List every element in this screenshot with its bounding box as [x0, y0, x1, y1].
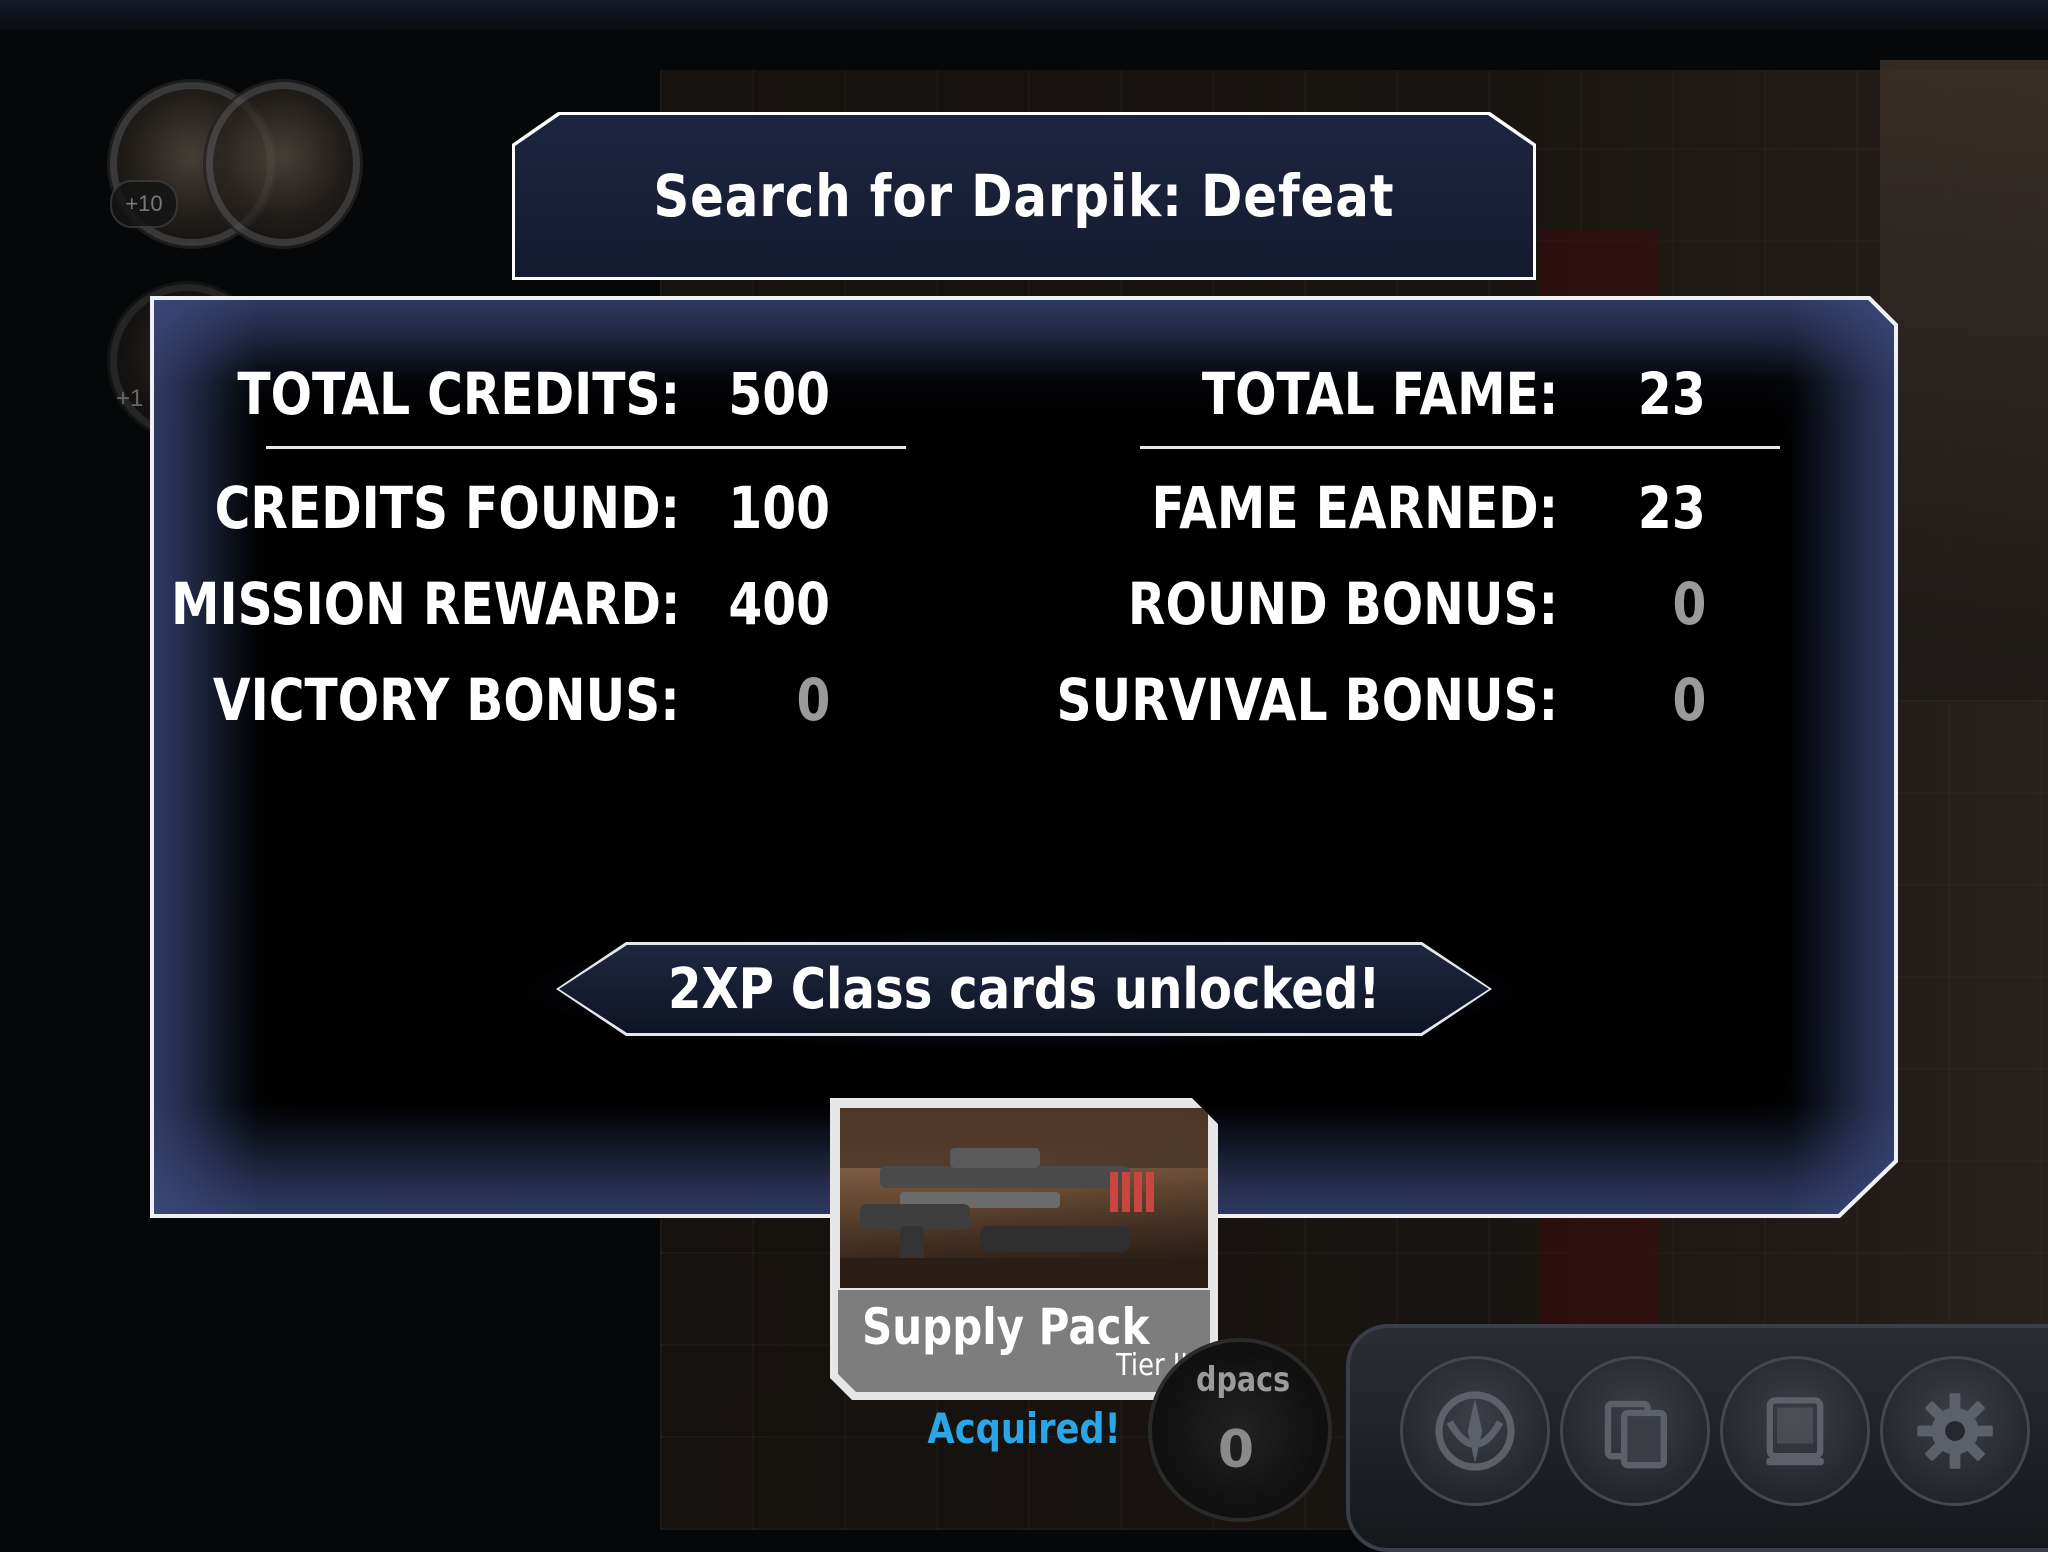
mission-title-banner: Search for Darpik: Defeat: [512, 112, 1536, 280]
blaster-rifle-icon: [840, 1108, 1208, 1288]
survival-bonus-value: 0: [1672, 666, 1706, 734]
top-frame: [0, 0, 2048, 30]
mission-reward-value: 400: [728, 570, 830, 638]
medpacs-label: dpacs: [1196, 1360, 1291, 1400]
supply-pack-artwork: [840, 1108, 1208, 1288]
hero-token-badge: +10: [110, 180, 178, 228]
gear-icon: [1917, 1393, 1993, 1469]
total-credits-label: TOTAL CREDITS:: [237, 360, 680, 428]
victory-bonus-value: 0: [796, 666, 830, 734]
datapad-button[interactable]: [1720, 1356, 1870, 1506]
deploy-cards-button[interactable]: [1560, 1356, 1710, 1506]
board-tile-right: [1880, 60, 2048, 700]
unlock-message: 2XP Class cards unlocked!: [667, 956, 1381, 1022]
credits-found-value: 100: [728, 474, 830, 542]
unlock-banner: 2XP Class cards unlocked!: [556, 942, 1492, 1036]
total-fame-value: 23: [1638, 360, 1706, 428]
deploy-cards-icon: [1604, 1400, 1667, 1469]
reward-card-name: Supply Pack: [862, 1298, 1150, 1356]
hero-token-second-badge: +1: [116, 385, 144, 412]
credits-found-label: CREDITS FOUND:: [214, 474, 680, 542]
round-bonus-label: ROUND BONUS:: [1127, 570, 1558, 638]
fame-divider: [1140, 446, 1780, 449]
fame-earned-value: 23: [1638, 474, 1706, 542]
total-fame-label: TOTAL FAME:: [1201, 360, 1558, 428]
datapad-icon: [1766, 1397, 1824, 1466]
rebel-alliance-icon: [1435, 1391, 1515, 1471]
total-credits-value: 500: [728, 360, 830, 428]
fame-earned-label: FAME EARNED:: [1151, 474, 1558, 542]
mission-results-panel: [150, 296, 1898, 1218]
reward-card[interactable]: Supply Pack Tier III: [830, 1098, 1218, 1400]
mission-title: Search for Darpik: Defeat: [653, 162, 1395, 230]
round-bonus-value: 0: [1672, 570, 1706, 638]
survival-bonus-label: SURVIVAL BONUS:: [1056, 666, 1558, 734]
mission-reward-label: MISSION REWARD:: [170, 570, 680, 638]
settings-button[interactable]: [1880, 1356, 2030, 1506]
rebel-alliance-button[interactable]: [1400, 1356, 1550, 1506]
credits-divider: [266, 446, 906, 449]
medpacs-count: 0: [1217, 1420, 1255, 1480]
victory-bonus-label: VICTORY BONUS:: [213, 666, 680, 734]
hero-token-companion[interactable]: [206, 82, 360, 246]
reward-card-footer: Supply Pack Tier III: [838, 1290, 1210, 1392]
